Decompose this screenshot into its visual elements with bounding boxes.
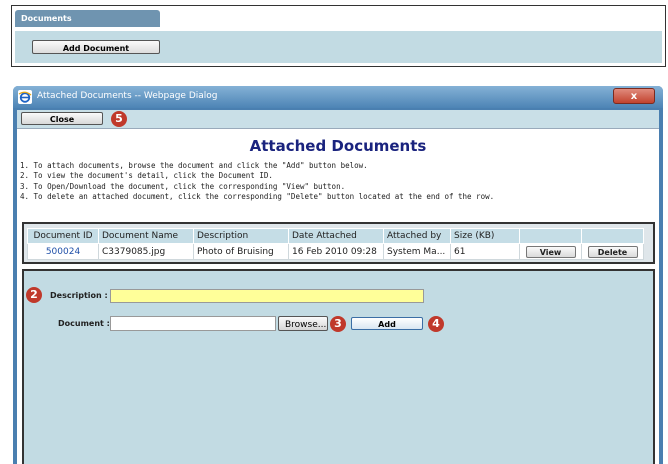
dialog-toolbar: Close 5: [17, 110, 659, 129]
view-button[interactable]: View: [525, 245, 576, 258]
attached-documents-dialog: Attached Documents -- Webpage Dialog x C…: [13, 86, 663, 464]
col-size-kb: Size (KB): [450, 228, 520, 244]
table-row: 500024 C3379085.jpg Photo of Bruising 16…: [27, 243, 644, 260]
table-header-row: Document ID Document Name Description Da…: [27, 228, 644, 244]
attached-by-cell: System Ma...: [383, 243, 451, 260]
instruction-item: 1. To attach documents, browse the docum…: [20, 161, 368, 170]
delete-cell: Delete: [581, 243, 644, 260]
col-attached-by: Attached by: [383, 228, 451, 244]
description-label: Description :: [50, 291, 108, 300]
col-delete: [581, 228, 644, 244]
col-document-id: Document ID: [27, 228, 99, 244]
documents-table-frame: Document ID Document Name Description Da…: [22, 222, 655, 264]
col-date-attached: Date Attached: [288, 228, 384, 244]
dialog-content: Close 5 Attached Documents 1. To attach …: [17, 110, 659, 464]
instructions-list: 1. To attach documents, browse the docum…: [20, 161, 494, 202]
window-close-icon[interactable]: x: [613, 88, 655, 104]
dialog-titlebar[interactable]: Attached Documents -- Webpage Dialog x: [13, 86, 663, 108]
callout-4: 4: [428, 316, 444, 332]
instruction-item: 2. To view the document's detail, click …: [20, 171, 273, 181]
document-label: Document :: [58, 319, 110, 328]
callout-5: 5: [111, 111, 127, 127]
document-file-input[interactable]: [110, 316, 276, 331]
document-id-link[interactable]: 500024: [27, 243, 99, 260]
documents-table: Document ID Document Name Description Da…: [27, 228, 644, 260]
col-description: Description: [193, 228, 289, 244]
col-document-name: Document Name: [98, 228, 194, 244]
view-cell: View: [519, 243, 582, 260]
add-button[interactable]: Add: [351, 317, 423, 330]
page-title: Attached Documents: [249, 137, 427, 155]
size-cell: 61: [450, 243, 520, 260]
instruction-item: 3. To Open/Download the document, click …: [20, 181, 346, 191]
callout-3: 3: [330, 316, 346, 332]
documents-tab[interactable]: Documents: [15, 10, 160, 27]
documents-toolbar: Add Document: [15, 31, 662, 63]
instruction-item: 4. To delete an attached document, click…: [20, 191, 495, 201]
add-document-button[interactable]: Add Document: [32, 40, 160, 54]
document-name-cell: C3379085.jpg: [98, 243, 194, 260]
callout-2: 2: [26, 287, 42, 303]
browse-button[interactable]: Browse...: [278, 316, 328, 331]
close-button[interactable]: Close: [21, 112, 103, 125]
col-view: [519, 228, 582, 244]
date-attached-cell: 16 Feb 2010 09:28: [288, 243, 384, 260]
description-cell: Photo of Bruising: [193, 243, 289, 260]
dialog-title: Attached Documents -- Webpage Dialog: [37, 91, 218, 101]
delete-button[interactable]: Delete: [587, 245, 638, 258]
ie-icon: [18, 90, 32, 104]
attach-form: 2 Description : Document : Browse... 3 A…: [22, 269, 655, 464]
documents-panel: Documents Add Document: [11, 5, 666, 67]
description-input[interactable]: [110, 289, 424, 303]
